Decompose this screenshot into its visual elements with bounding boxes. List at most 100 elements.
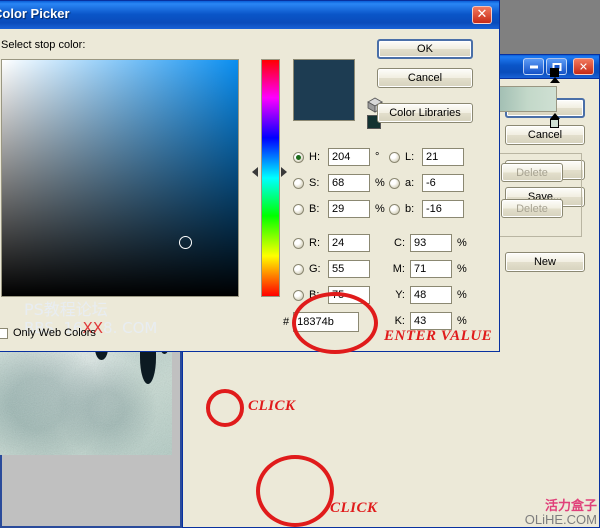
only-web-colors-label: Only Web Colors: [13, 327, 96, 339]
rgb-row-r[interactable]: R: 24: [293, 234, 370, 252]
opacity-stop-right[interactable]: [550, 68, 561, 84]
annotation-circle-color-swatch: [256, 455, 334, 527]
opacity-stop-right-pointer: [550, 77, 560, 83]
label-lb: b:: [405, 203, 415, 215]
color-field[interactable]: PS教程论坛 BBS. 16XX8. COM: [1, 59, 239, 337]
label-l: L:: [405, 151, 415, 163]
photoshop-document-window[interactable]: [0, 338, 182, 528]
annotation-click-color: CLICK: [330, 500, 378, 516]
radio-g[interactable]: [293, 263, 304, 275]
lab-row-l[interactable]: L: 21: [389, 148, 464, 166]
color-picker-subtitle: Select stop color:: [1, 39, 86, 51]
radio-lb[interactable]: [389, 203, 400, 215]
hue-slider-handle-right-icon[interactable]: [281, 167, 287, 177]
value-c: 93: [414, 237, 427, 249]
unit-y: %: [457, 289, 467, 301]
radio-l[interactable]: [389, 151, 400, 163]
cmyk-row-m[interactable]: M: 71 %: [391, 260, 467, 278]
input-y[interactable]: 48: [410, 286, 452, 304]
color-picker-titlebar[interactable]: Color Picker ✕: [0, 1, 499, 29]
input-c[interactable]: 93: [410, 234, 452, 252]
hex-prefix: #: [283, 316, 290, 328]
color-delete-button[interactable]: Delete: [501, 199, 563, 218]
label-m: M:: [392, 263, 405, 275]
color-field-value-layer: [2, 60, 238, 296]
label-a: a:: [405, 177, 415, 189]
close-glyph: ✕: [476, 7, 488, 23]
close-icon[interactable]: ✕: [573, 58, 594, 75]
site-watermark: 活力盒子 OLiHE.COM: [525, 500, 597, 526]
forum-watermark-cn: PS教程论坛: [24, 300, 108, 319]
color-stop-right[interactable]: [550, 113, 561, 130]
picker-cancel-button[interactable]: Cancel: [377, 68, 473, 88]
value-l: 21: [426, 151, 439, 163]
rgb-row-g[interactable]: G: 55: [293, 260, 370, 278]
unit-k: %: [457, 315, 467, 327]
annotation-circle-hex: [292, 292, 378, 354]
value-s: 68: [332, 177, 345, 189]
color-libraries-button[interactable]: Color Libraries: [377, 103, 473, 123]
color-picker-dialog[interactable]: Color Picker ✕ Select stop color: PS教程论坛…: [0, 0, 500, 352]
hsb-row-h[interactable]: H: 204 °: [293, 148, 379, 166]
picker-ok-button[interactable]: OK: [377, 39, 473, 59]
new-current-color-preview[interactable]: [293, 59, 355, 121]
input-s[interactable]: 68: [328, 174, 370, 192]
color-picker-title: Color Picker: [0, 6, 70, 21]
gradient-cancel-button[interactable]: Cancel: [505, 125, 585, 145]
input-b[interactable]: 29: [328, 200, 370, 218]
lab-row-b[interactable]: b: -16: [389, 200, 464, 218]
label-b: B:: [309, 203, 320, 215]
label-y: Y:: [395, 289, 405, 301]
color-delete-label: Delete: [516, 202, 548, 215]
input-lb[interactable]: -16: [422, 200, 464, 218]
radio-b[interactable]: [293, 203, 304, 215]
site-watermark-en: OLiHE.COM: [524, 512, 597, 527]
color-libraries-label: Color Libraries: [389, 107, 461, 119]
value-r: 24: [332, 237, 345, 249]
input-h[interactable]: 204: [328, 148, 370, 166]
label-r: R:: [309, 237, 320, 249]
input-r[interactable]: 24: [328, 234, 370, 252]
color-field-marker[interactable]: [179, 236, 192, 249]
radio-bc[interactable]: [293, 289, 304, 301]
annotation-circle-color-stop: [206, 389, 244, 427]
radio-a[interactable]: [389, 177, 400, 189]
hue-slider[interactable]: [261, 59, 280, 297]
hue-slider-handle-left-icon[interactable]: [252, 167, 258, 177]
color-stop-right-swatch: [550, 119, 559, 128]
radio-r[interactable]: [293, 237, 304, 249]
minimize-button[interactable]: [523, 58, 544, 75]
unit-b: %: [375, 203, 385, 215]
close-icon[interactable]: ✕: [472, 6, 492, 24]
only-web-colors-row[interactable]: Only Web Colors: [0, 327, 96, 339]
opacity-delete-label: Delete: [516, 166, 548, 179]
annotation-click-stop: CLICK: [248, 398, 296, 414]
cmyk-row-c[interactable]: C: 93 %: [391, 234, 467, 252]
unit-m: %: [457, 263, 467, 275]
radio-s[interactable]: [293, 177, 304, 189]
close-glyph: ✕: [578, 60, 589, 73]
gradient-cancel-label: Cancel: [527, 129, 563, 141]
input-m[interactable]: 71: [410, 260, 452, 278]
hsb-row-s[interactable]: S: 68 %: [293, 174, 385, 192]
value-lb: -16: [426, 203, 442, 215]
input-a[interactable]: -6: [422, 174, 464, 192]
only-web-colors-checkbox[interactable]: [0, 327, 8, 339]
cmyk-row-y[interactable]: Y: 48 %: [391, 286, 467, 304]
value-h: 204: [332, 151, 351, 163]
gradient-new-button[interactable]: New: [505, 252, 585, 272]
label-k: K:: [394, 315, 405, 327]
opacity-delete-button[interactable]: Delete: [501, 163, 563, 182]
hsb-row-b[interactable]: B: 29 %: [293, 200, 385, 218]
value-k: 43: [414, 315, 427, 327]
radio-h[interactable]: [293, 151, 304, 163]
picker-ok-label: OK: [417, 43, 433, 55]
input-g[interactable]: 55: [328, 260, 370, 278]
picker-cancel-label: Cancel: [407, 72, 443, 84]
value-m: 71: [414, 263, 427, 275]
lab-row-a[interactable]: a: -6: [389, 174, 464, 192]
input-l[interactable]: 21: [422, 148, 464, 166]
label-c: C:: [394, 237, 405, 249]
label-h: H:: [309, 151, 320, 163]
gradient-new-label: New: [533, 256, 556, 268]
